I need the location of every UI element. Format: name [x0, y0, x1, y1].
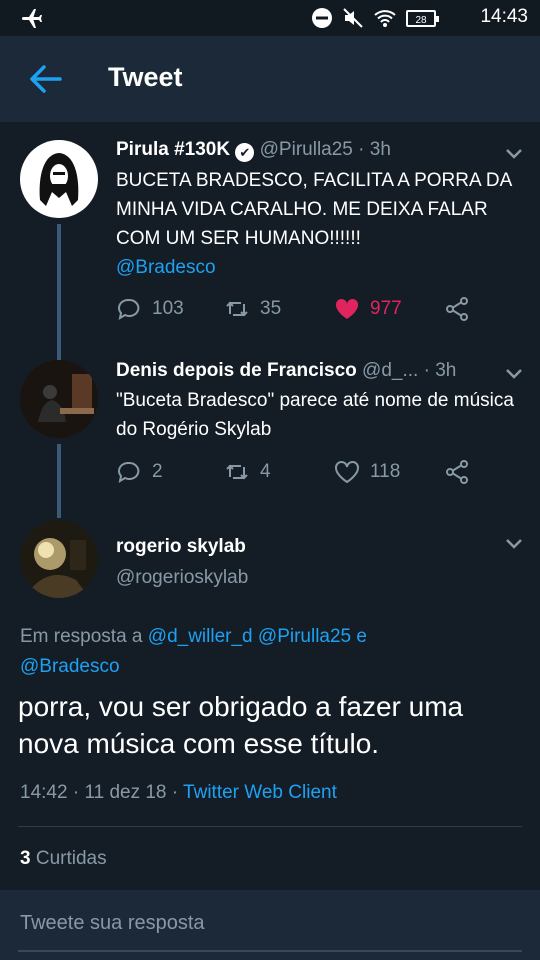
tweet-age: 3h: [435, 360, 457, 381]
share-button[interactable]: [444, 459, 470, 485]
main-tweet-text: porra, vou ser obrigado a fazer uma nova…: [18, 691, 464, 759]
like-button[interactable]: 118: [334, 459, 400, 485]
thread-line: [57, 224, 61, 362]
avatar[interactable]: [20, 360, 98, 438]
author-handle: @Pirulla25: [259, 139, 353, 160]
tweet-header: Pirula #130K ✔ @Pirulla25 · 3h: [116, 139, 391, 162]
verified-icon: ✔: [235, 143, 255, 162]
author-handle: @rogerioskylab: [116, 567, 249, 588]
tweet-actions: 103 35 977: [116, 296, 496, 326]
tweet-text: "Buceta Bradesco" parece até nome de mús…: [116, 390, 514, 440]
tweet-timestamp: 14:42 · 11 dez 18 · Twitter Web Client: [20, 782, 337, 803]
share-icon: [446, 460, 468, 484]
do-not-disturb-icon: [312, 8, 332, 28]
reply-count: 103: [152, 298, 184, 319]
tweet-header: Denis depois de Francisco @d_... · 3h: [116, 360, 457, 381]
mention-link[interactable]: @d_willer_d: [148, 626, 253, 647]
tweet-actions: 2 4 118: [116, 459, 496, 489]
author-name[interactable]: Pirula #130K: [116, 139, 230, 160]
main-tweet: rogerio skylab @rogerioskylab Em respost…: [0, 506, 540, 890]
battery-icon: 28: [406, 9, 439, 27]
avatar[interactable]: [20, 140, 98, 218]
chevron-down-icon[interactable]: [504, 366, 524, 380]
likes-label: Curtidas: [35, 848, 107, 869]
status-bar: 28 14:43: [0, 0, 540, 36]
share-icon: [446, 297, 468, 321]
likes-summary[interactable]: 3 Curtidas: [20, 848, 107, 870]
reply-icon: [118, 461, 140, 484]
retweet-button[interactable]: 4: [224, 459, 271, 485]
reply-input[interactable]: Tweete sua resposta: [20, 912, 205, 935]
heart-filled-icon: [335, 298, 359, 319]
mute-icon: [343, 8, 363, 28]
app-bar: Tweet: [0, 36, 540, 122]
main-author-handle: @rogerioskylab: [116, 567, 248, 589]
retweet-icon: [226, 301, 248, 317]
like-count: 977: [370, 298, 402, 319]
author-name[interactable]: rogerio skylab: [116, 536, 246, 557]
author-name[interactable]: Denis depois de Francisco: [116, 360, 357, 381]
reply-bar: Tweete sua resposta: [0, 890, 540, 960]
client-link[interactable]: Twitter Web Client: [183, 782, 337, 803]
clock: 14:43: [480, 6, 528, 27]
avatar[interactable]: [20, 520, 98, 598]
tweet-text: BUCETA BRADESCO, FACILITA A PORRA DA MIN…: [116, 170, 512, 278]
tweet-denis[interactable]: Denis depois de Francisco @d_... · 3h "B…: [0, 346, 540, 518]
tweet-pirula[interactable]: Pirula #130K ✔ @Pirulla25 · 3h BUCETA BR…: [0, 122, 540, 362]
reply-input-underline: [18, 950, 522, 952]
divider: [18, 826, 522, 827]
reply-count: 2: [152, 461, 163, 482]
share-button[interactable]: [444, 296, 470, 322]
main-author-name: rogerio skylab: [116, 536, 246, 558]
author-handle: @d_...: [362, 360, 419, 381]
reply-icon: [118, 298, 140, 321]
retweet-icon: [226, 464, 248, 480]
like-count: 118: [370, 461, 401, 482]
likes-count: 3: [20, 848, 31, 869]
chevron-down-icon[interactable]: [504, 536, 524, 550]
wifi-icon: [374, 10, 396, 27]
reply-context: Em resposta a @d_willer_d @Pirulla25 e @…: [20, 626, 367, 677]
reply-button[interactable]: 2: [116, 459, 163, 485]
retweet-count: 4: [260, 461, 271, 482]
airplane-mode-icon: [22, 9, 42, 28]
like-button[interactable]: 977: [334, 296, 402, 322]
retweet-count: 35: [260, 298, 282, 319]
back-arrow-icon[interactable]: [28, 64, 62, 94]
page-title: Tweet: [108, 62, 183, 92]
mention-link[interactable]: @Pirulla25: [258, 626, 351, 647]
heart-outline-icon: [335, 461, 359, 484]
chevron-down-icon[interactable]: [504, 146, 524, 160]
mention-link[interactable]: @Bradesco: [116, 257, 216, 278]
reply-button[interactable]: 103: [116, 296, 184, 322]
retweet-button[interactable]: 35: [224, 296, 281, 322]
status-icons: 28: [311, 7, 439, 29]
tweet-age: 3h: [369, 139, 391, 160]
mention-link[interactable]: @Bradesco: [20, 656, 120, 677]
